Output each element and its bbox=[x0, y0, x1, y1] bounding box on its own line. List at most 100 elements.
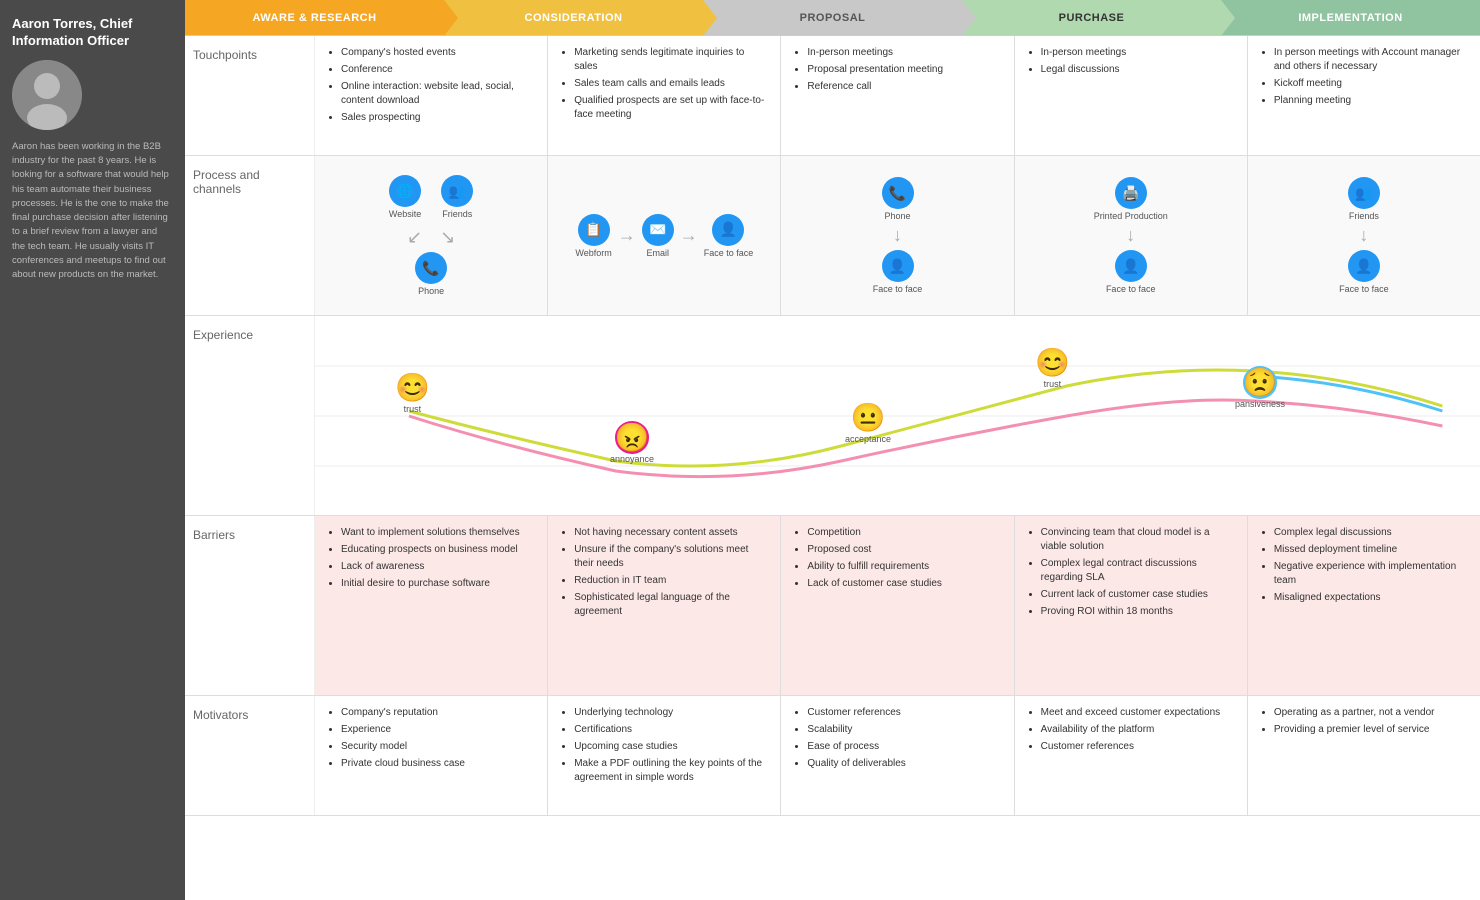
list-item: Proving ROI within 18 months bbox=[1041, 605, 1235, 619]
touchpoints-purchase: In-person meetings Legal discussions bbox=[1015, 36, 1248, 155]
list-item: Kickoff meeting bbox=[1274, 77, 1468, 91]
list-item: Reduction in IT team bbox=[574, 574, 768, 588]
list-item: Providing a premier level of service bbox=[1274, 723, 1468, 737]
list-item: Company's hosted events bbox=[341, 46, 535, 60]
barriers-implementation: Complex legal discussions Missed deploym… bbox=[1248, 516, 1480, 695]
list-item: Operating as a partner, not a vendor bbox=[1274, 706, 1468, 720]
list-item: Make a PDF outlining the key points of t… bbox=[574, 757, 768, 785]
persona-bio: Aaron has been working in the B2B indust… bbox=[12, 140, 173, 283]
barriers-consideration: Not having necessary content assets Unsu… bbox=[548, 516, 781, 695]
list-item: Sophisticated legal language of the agre… bbox=[574, 591, 768, 619]
list-item: In person meetings with Account manager … bbox=[1274, 46, 1468, 74]
channel-website: 🌐 Website bbox=[389, 175, 421, 219]
experience-chart-area: 😊 trust 😠 annoyance 😐 acceptance bbox=[315, 316, 1480, 515]
process-label: Process and channels bbox=[185, 156, 315, 315]
list-item: Current lack of customer case studies bbox=[1041, 588, 1235, 602]
list-item: Certifications bbox=[574, 723, 768, 737]
list-item: Customer references bbox=[1041, 740, 1235, 754]
motivators-aware: Company's reputation Experience Security… bbox=[315, 696, 548, 815]
process-row: Process and channels 🌐 Website 👥 bbox=[185, 156, 1480, 316]
list-item: Sales prospecting bbox=[341, 111, 535, 125]
main-content: AWARE & RESEARCH CONSIDERATION PROPOSAL … bbox=[185, 0, 1480, 900]
list-item: Proposed cost bbox=[807, 543, 1001, 557]
motivators-purchase: Meet and exceed customer expectations Av… bbox=[1015, 696, 1248, 815]
phase-implementation: IMPLEMENTATION bbox=[1221, 0, 1480, 35]
list-item: Proposal presentation meeting bbox=[807, 63, 1001, 77]
touchpoints-aware: Company's hosted events Conference Onlin… bbox=[315, 36, 548, 155]
list-item: Missed deployment timeline bbox=[1274, 543, 1468, 557]
touchpoints-consideration: Marketing sends legitimate inquiries to … bbox=[548, 36, 781, 155]
list-item: Competition bbox=[807, 526, 1001, 540]
list-item: Qualified prospects are set up with face… bbox=[574, 94, 768, 122]
motivators-row: Motivators Company's reputation Experien… bbox=[185, 696, 1480, 816]
channel-face-to-face-c: 👤 Face to face bbox=[704, 214, 754, 258]
channel-face-to-face-p: 👤 Face to face bbox=[873, 250, 923, 294]
page: Aaron Torres, Chief Information Officer … bbox=[0, 0, 1480, 900]
list-item: Initial desire to purchase software bbox=[341, 577, 535, 591]
motivators-cells: Company's reputation Experience Security… bbox=[315, 696, 1480, 815]
emotion-pansiveness: 😟 pansiveness bbox=[1235, 366, 1285, 409]
barriers-proposal: Competition Proposed cost Ability to ful… bbox=[781, 516, 1014, 695]
list-item: Experience bbox=[341, 723, 535, 737]
list-item: Quality of deliverables bbox=[807, 757, 1001, 771]
list-item: Marketing sends legitimate inquiries to … bbox=[574, 46, 768, 74]
emotion-annoyance: 😠 annoyance bbox=[610, 421, 654, 464]
channel-phone-p: 📞 Phone bbox=[882, 177, 914, 221]
emotion-acceptance: 😐 acceptance bbox=[845, 401, 891, 444]
phase-consideration: CONSIDERATION bbox=[444, 0, 703, 35]
touchpoints-cells: Company's hosted events Conference Onlin… bbox=[315, 36, 1480, 155]
barriers-label: Barriers bbox=[185, 516, 315, 695]
experience-svg bbox=[315, 316, 1480, 516]
list-item: Lack of customer case studies bbox=[807, 577, 1001, 591]
barriers-purchase: Convincing team that cloud model is a vi… bbox=[1015, 516, 1248, 695]
motivators-implementation: Operating as a partner, not a vendor Pro… bbox=[1248, 696, 1480, 815]
journey-grid: Touchpoints Company's hosted events Conf… bbox=[185, 36, 1480, 900]
list-item: Not having necessary content assets bbox=[574, 526, 768, 540]
process-proposal: 📞 Phone ↓ 👤 Face to face bbox=[781, 156, 1014, 315]
list-item: Reference call bbox=[807, 80, 1001, 94]
list-item: Legal discussions bbox=[1041, 63, 1235, 77]
barriers-cells: Want to implement solutions themselves E… bbox=[315, 516, 1480, 695]
list-item: Scalability bbox=[807, 723, 1001, 737]
process-aware: 🌐 Website 👥 Friends ↙↘ bbox=[315, 156, 548, 315]
list-item: Planning meeting bbox=[1274, 94, 1468, 108]
channel-printed: 🖨️ Printed Production bbox=[1094, 177, 1168, 221]
list-item: Private cloud business case bbox=[341, 757, 535, 771]
motivators-label: Motivators bbox=[185, 696, 315, 815]
channel-friends-i: 👥 Friends bbox=[1348, 177, 1380, 221]
list-item: Company's reputation bbox=[341, 706, 535, 720]
list-item: In-person meetings bbox=[1041, 46, 1235, 60]
touchpoints-row: Touchpoints Company's hosted events Conf… bbox=[185, 36, 1480, 156]
list-item: Complex legal discussions bbox=[1274, 526, 1468, 540]
touchpoints-proposal: In-person meetings Proposal presentation… bbox=[781, 36, 1014, 155]
experience-label: Experience bbox=[185, 316, 315, 515]
channel-email: ✉️ Email bbox=[642, 214, 674, 258]
channel-face-to-face-i: 👤 Face to face bbox=[1339, 250, 1389, 294]
channel-webform: 📋 Webform bbox=[575, 214, 611, 258]
touchpoints-label: Touchpoints bbox=[185, 36, 315, 155]
list-item: In-person meetings bbox=[807, 46, 1001, 60]
process-implementation: 👥 Friends ↓ 👤 Face to face bbox=[1248, 156, 1480, 315]
experience-row: Experience bbox=[185, 316, 1480, 516]
barriers-row: Barriers Want to implement solutions the… bbox=[185, 516, 1480, 696]
list-item: Ability to fulfill requirements bbox=[807, 560, 1001, 574]
phases-header: AWARE & RESEARCH CONSIDERATION PROPOSAL … bbox=[185, 0, 1480, 36]
sidebar: Aaron Torres, Chief Information Officer … bbox=[0, 0, 185, 900]
touchpoints-implementation: In person meetings with Account manager … bbox=[1248, 36, 1480, 155]
list-item: Availability of the platform bbox=[1041, 723, 1235, 737]
list-item: Want to implement solutions themselves bbox=[341, 526, 535, 540]
list-item: Upcoming case studies bbox=[574, 740, 768, 754]
emotion-trust-purchase: 😊 trust bbox=[1035, 346, 1070, 389]
channel-friends: 👥 Friends bbox=[441, 175, 473, 219]
process-purchase: 🖨️ Printed Production ↓ 👤 Face to face bbox=[1015, 156, 1248, 315]
emotion-trust-aware: 😊 trust bbox=[395, 371, 430, 414]
channel-phone: 📞 Phone bbox=[415, 252, 447, 296]
list-item: Complex legal contract discussions regar… bbox=[1041, 557, 1235, 585]
list-item: Meet and exceed customer expectations bbox=[1041, 706, 1235, 720]
list-item: Convincing team that cloud model is a vi… bbox=[1041, 526, 1235, 554]
channel-face-to-face-pu: 👤 Face to face bbox=[1106, 250, 1156, 294]
list-item: Online interaction: website lead, social… bbox=[341, 80, 535, 108]
list-item: Ease of process bbox=[807, 740, 1001, 754]
list-item: Negative experience with implementation … bbox=[1274, 560, 1468, 588]
list-item: Sales team calls and emails leads bbox=[574, 77, 768, 91]
